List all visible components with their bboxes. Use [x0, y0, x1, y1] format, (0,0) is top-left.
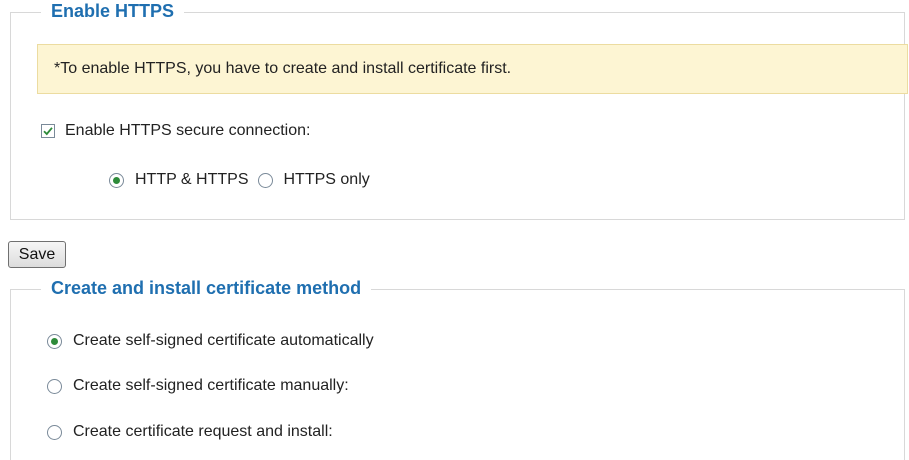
cert-manual-radio[interactable] — [47, 378, 62, 394]
certificate-method-fieldset: Create and install certificate method Cr… — [10, 277, 905, 460]
cert-request-radio[interactable] — [47, 424, 62, 440]
enable-https-label: Enable HTTPS secure connection: — [65, 122, 311, 139]
http-https-radio[interactable] — [109, 172, 124, 188]
https-only-radio[interactable] — [257, 172, 273, 188]
cert-auto-radio[interactable] — [47, 333, 62, 349]
cert-option-auto[interactable]: Create self-signed certificate automatic… — [47, 332, 374, 350]
enable-https-legend: Enable HTTPS — [41, 0, 185, 22]
mode-options: HTTP & HTTPS HTTPS only — [109, 171, 370, 189]
http-https-label: HTTP & HTTPS — [135, 171, 249, 188]
enable-https-checkbox[interactable] — [41, 124, 55, 138]
cert-request-label: Create certificate request and install: — [73, 423, 333, 440]
cert-auto-label: Create self-signed certificate automatic… — [73, 332, 374, 349]
cert-manual-label: Create self-signed certificate manually: — [73, 377, 349, 394]
cert-option-manual[interactable]: Create self-signed certificate manually: — [47, 377, 349, 395]
certificate-notice: *To enable HTTPS, you have to create and… — [37, 44, 908, 94]
save-button[interactable]: Save — [8, 241, 66, 268]
enable-https-row[interactable]: Enable HTTPS secure connection: — [41, 122, 310, 140]
certificate-method-legend: Create and install certificate method — [41, 277, 372, 299]
checkmark-icon — [43, 127, 53, 136]
https-only-label: HTTPS only — [283, 171, 370, 188]
cert-option-request[interactable]: Create certificate request and install: — [47, 423, 333, 441]
enable-https-fieldset: Enable HTTPS *To enable HTTPS, you have … — [10, 0, 908, 220]
